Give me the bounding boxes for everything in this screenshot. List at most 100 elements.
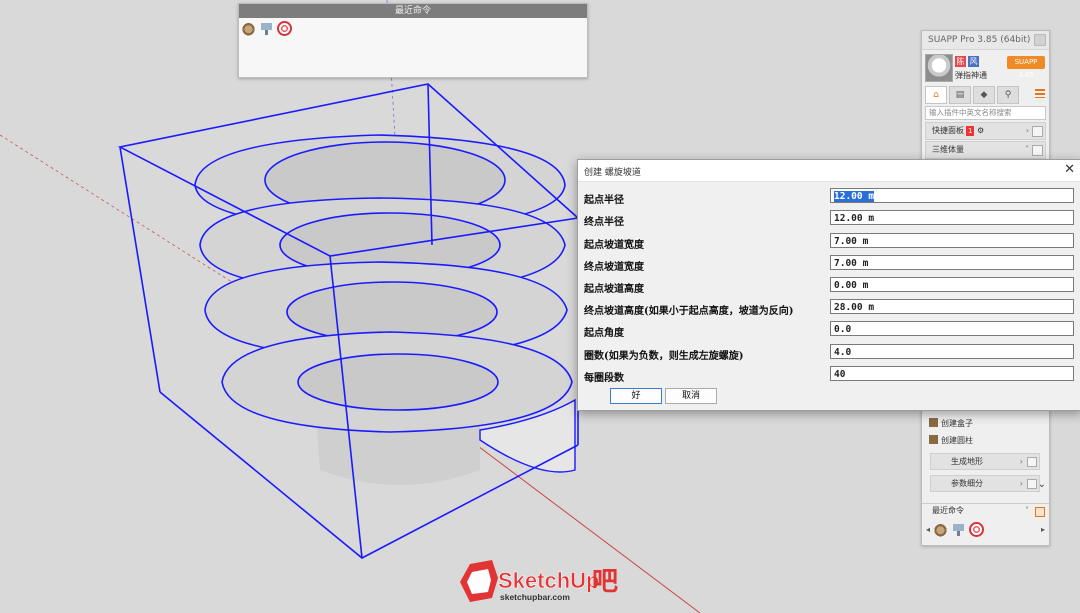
username: 弹指神通 — [955, 71, 987, 80]
field-label: 起点坡道高度 — [584, 284, 644, 295]
cylinder-icon — [929, 435, 938, 444]
tab-search[interactable]: ⚲ — [997, 86, 1019, 104]
external-icon[interactable] — [1035, 507, 1045, 517]
plugin-search-placeholder: 输入插件中英文名称搜索 — [929, 108, 1012, 117]
home-icon: ⌂ — [933, 90, 939, 100]
field-label: 终点坡道宽度 — [584, 262, 644, 273]
logo-suffix: 吧 — [592, 567, 618, 597]
sketchupbar-logo: SketchUp 吧 sketchupbar.com — [460, 560, 618, 602]
quick-panel-row[interactable]: 快捷面板 1 ⚙ › — [925, 122, 1046, 140]
field-input[interactable]: 0.0 — [830, 321, 1074, 336]
search-icon: ⚲ — [1004, 90, 1012, 100]
paint-bucket-icon: ◆ — [980, 90, 988, 100]
external-icon[interactable] — [1032, 126, 1043, 137]
cancel-button[interactable]: 取消 — [665, 388, 717, 404]
field-input[interactable]: 7.00 m — [830, 233, 1074, 248]
scroll-down-icon[interactable]: ⌄ — [1038, 479, 1046, 490]
field-label: 每圈段数 — [584, 373, 624, 384]
gear-icon[interactable] — [277, 21, 292, 36]
tab-paint[interactable]: ◆ — [973, 86, 995, 104]
logo-brand: SketchUp — [498, 568, 599, 593]
field-input[interactable]: 0.00 m — [830, 277, 1074, 292]
field-input[interactable]: 12.00 m — [830, 188, 1074, 203]
logo-url: sketchupbar.com — [500, 592, 570, 602]
plugin-search-input[interactable]: 输入插件中英文名称搜索 — [925, 106, 1046, 120]
field-input[interactable]: 7.00 m — [830, 255, 1074, 270]
chevron-right-icon: › — [1025, 126, 1029, 135]
quick-panel-count: 1 — [966, 126, 975, 136]
dialog-title: 创建 螺旋坡道 — [584, 168, 641, 178]
field-value: 0.0 — [834, 324, 852, 335]
arrow-right-icon[interactable]: ▸ — [1041, 525, 1045, 534]
field-input[interactable]: 40 — [830, 366, 1074, 381]
field-value: 28.00 m — [834, 302, 875, 313]
chevron-down-icon: ˅ — [1025, 506, 1029, 515]
chevron-down-icon: ˅ — [1025, 145, 1029, 154]
field-value: 0.00 m — [834, 280, 869, 291]
field-value: 12.00 m — [834, 213, 875, 224]
tab-panel[interactable]: ▤ — [949, 86, 971, 104]
list-item[interactable]: 创建圆柱 — [929, 435, 973, 446]
recent-commands-row[interactable]: 最近命令 ˅ — [922, 504, 1049, 518]
field-label: 起点角度 — [584, 328, 624, 339]
external-icon[interactable] — [1032, 145, 1043, 156]
field-row: 终点坡道高度(如果小于起点高度，坡道为反向) 28.00 m — [584, 299, 1074, 317]
field-row: 起点坡道宽度 7.00 m — [584, 233, 1074, 251]
list-item-label: 创建盒子 — [941, 419, 973, 428]
field-label: 圈数(如果为负数，则生成左旋螺旋) — [584, 351, 744, 362]
field-label: 起点坡道宽度 — [584, 240, 644, 251]
recent-commands-section: 最近命令 ˅ ◂ ▸ — [922, 503, 1049, 544]
suapp-title: SUAPP Pro 3.85 (64bit) — [928, 35, 1031, 45]
avatar[interactable] — [925, 54, 953, 82]
category-label: 三维体量 — [932, 145, 964, 154]
field-row: 每圈段数 40 — [584, 366, 1074, 384]
field-value: 12.00 m — [834, 191, 875, 202]
field-row: 起点角度 0.0 — [584, 321, 1074, 339]
user-badge-red: 陈 — [955, 56, 966, 67]
close-icon[interactable] — [1034, 34, 1046, 46]
camera-icon[interactable] — [259, 21, 274, 36]
field-row: 终点半径 12.00 m — [584, 210, 1074, 228]
field-value: 4.0 — [834, 347, 852, 358]
box-icon — [929, 418, 938, 427]
ok-button[interactable]: 好 — [610, 388, 662, 404]
arrow-left-icon[interactable]: ◂ — [926, 525, 930, 534]
gear-icon[interactable]: ⚙ — [977, 126, 984, 135]
spiral-ramp-icon[interactable] — [241, 21, 256, 36]
user-badge-blue: 风 — [968, 56, 979, 67]
field-row: 起点半径 12.00 m — [584, 188, 1074, 206]
external-icon[interactable] — [1027, 457, 1037, 467]
field-input[interactable]: 4.0 — [830, 344, 1074, 359]
spiral-ramp-dialog: 创建 螺旋坡道 ✕ 起点半径 12.00 m 终点半径 12.00 m 起点坡道… — [577, 159, 1080, 411]
recent-commands-label: 最近命令 — [932, 506, 964, 515]
field-input[interactable]: 12.00 m — [830, 210, 1074, 225]
subdivide-row[interactable]: 参数细分 › — [930, 475, 1040, 492]
quick-panel-label: 快捷面板 — [932, 126, 964, 135]
chevron-right-icon: › — [1019, 479, 1023, 488]
tab-home[interactable]: ⌂ — [925, 86, 947, 104]
field-value: 7.00 m — [834, 236, 869, 247]
terrain-row[interactable]: 生成地形 › — [930, 453, 1040, 470]
field-label: 终点坡道高度(如果小于起点高度，坡道为反向) — [584, 306, 794, 317]
panel-icon: ▤ — [955, 90, 965, 100]
category-row[interactable]: 三维体量 ˅ — [925, 141, 1046, 159]
spiral-ramp-icon[interactable] — [933, 522, 949, 537]
dialog-titlebar: 创建 螺旋坡道 ✕ — [578, 160, 1080, 182]
close-icon[interactable]: ✕ — [1064, 162, 1075, 177]
gear-icon[interactable] — [969, 522, 985, 537]
field-value: 7.00 m — [834, 258, 869, 269]
subdivide-label: 参数细分 — [951, 479, 983, 488]
camera-icon[interactable] — [951, 522, 967, 537]
menu-icon[interactable] — [1035, 89, 1045, 98]
version-button[interactable]: SUAPP 3.85 — [1007, 56, 1045, 79]
field-label: 起点半径 — [584, 195, 624, 206]
terrain-label: 生成地形 — [951, 457, 983, 466]
user-area: 陈 风 弹指神通 SUAPP 3.85 — [922, 50, 1049, 86]
recent-commands-panel: 最近命令 — [238, 3, 588, 78]
external-icon[interactable] — [1027, 479, 1037, 489]
chevron-right-icon: › — [1019, 457, 1023, 466]
field-value: 40 — [834, 369, 846, 380]
recent-commands-title: 最近命令 — [239, 4, 587, 18]
field-input[interactable]: 28.00 m — [830, 299, 1074, 314]
list-item[interactable]: 创建盒子 — [929, 418, 973, 429]
